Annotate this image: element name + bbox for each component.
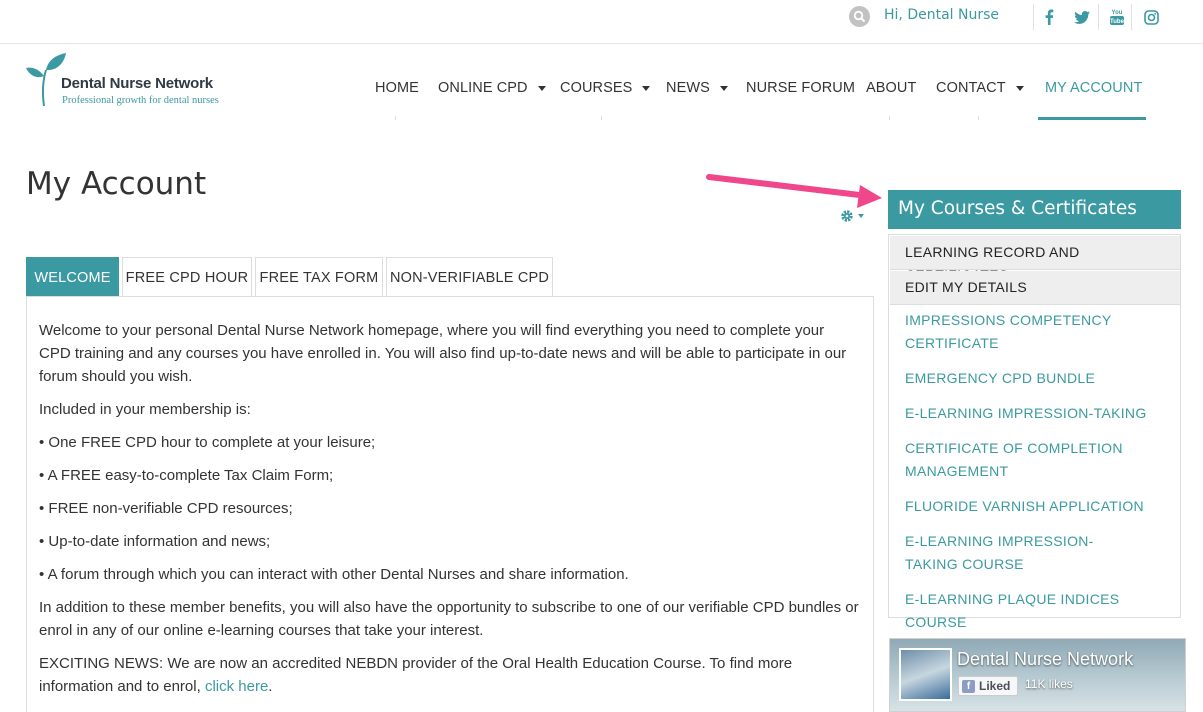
page-title: My Account [26,166,207,202]
sidebar-course-list: LEARNING RECORD AND CERTIFICATES EDIT MY… [888,234,1181,630]
logo-title: Dental Nurse Network [61,75,213,92]
logo-tagline: Professional growth for dental nurses [62,95,219,106]
search-icon[interactable] [849,6,870,27]
benefit-item: • One FREE CPD hour to complete at your … [39,434,376,451]
benefit-item: • A FREE easy-to-complete Tax Claim Form… [39,467,334,484]
nav-item-my-account[interactable]: MY ACCOUNT [1045,80,1142,96]
facebook-page-photo [899,648,952,701]
sidebar-item-edit-details[interactable]: EDIT MY DETAILS [890,271,1180,305]
benefit-item: • Up-to-date information and news; [39,533,271,550]
facebook-icon: f [962,679,975,693]
caret-down-icon [642,85,651,91]
facebook-liked-button[interactable]: f Liked [958,676,1018,696]
caret-down-icon [1015,85,1024,91]
tab-welcome[interactable]: WELCOME [26,257,119,297]
caret-down-icon [537,85,546,91]
intro-paragraph: Welcome to your personal Dental Nurse Ne… [39,322,847,385]
nav-item-online-cpd[interactable]: ONLINE CPD [438,80,546,96]
nav-item-courses[interactable]: COURSES [560,80,651,96]
nav-label: MY ACCOUNT [1045,80,1143,96]
nav-item-home[interactable]: HOME [375,80,419,96]
divider [1131,4,1132,30]
facebook-page-widget[interactable]: Dental Nurse Network f Liked 11K likes [889,638,1186,712]
svg-text:Tube: Tube [1110,19,1125,25]
nav-divider [889,116,890,120]
facebook-likes-count: 11K likes [1025,677,1073,691]
youtube-icon[interactable]: You Tube [1106,6,1128,28]
nav-divider [978,116,979,120]
leaf-logo-icon [26,53,66,107]
news-end: . [268,678,273,695]
site-logo[interactable]: Dental Nurse Network Professional growth… [26,52,226,112]
benefit-item: • FREE non-verifiable CPD resources; [39,500,293,517]
svg-text:You: You [1112,10,1123,16]
tab-free-cpd-hour[interactable]: FREE CPD HOUR [122,257,252,297]
sidebar-item-impressions-certificate[interactable]: IMPRESSIONS COMPETENCY CERTIFICATE [890,309,1130,355]
liked-label: Liked [979,679,1011,693]
instagram-icon[interactable] [1140,6,1162,28]
active-nav-indicator [1038,117,1146,120]
news-paragraph: EXCITING NEWS: We are now an accredited … [39,652,859,698]
sidebar-item-emergency-cpd[interactable]: EMERGENCY CPD BUNDLE [890,367,1180,390]
nav-label: COURSES [560,80,633,96]
nav-label: NURSE FORUM [746,80,856,96]
nav-label: NEWS [666,80,710,96]
nav-label: ABOUT [866,80,917,96]
caret-down-icon [719,85,728,91]
nav-label: CONTACT [936,80,1006,96]
nav-divider [601,116,602,120]
sidebar-item-impression-taking-course[interactable]: E-LEARNING IMPRESSION-TAKING COURSE [890,530,1130,576]
nav-item-contact[interactable]: CONTACT [936,80,1024,96]
top-utility-bar: Hi, Dental Nurse You Tube [0,0,1203,44]
tab-non-verifiable-cpd[interactable]: NON-VERIFIABLE CPD [386,257,553,297]
nav-item-about[interactable]: ABOUT [866,80,916,96]
sidebar-item-certificate-management[interactable]: CERTIFICATE OF COMPLETION MANAGEMENT [890,437,1130,483]
nav-item-nurse-forum[interactable]: NURSE FORUM [746,80,855,96]
nav-label: ONLINE CPD [438,80,528,96]
sidebar-item-fluoride-varnish[interactable]: FLUORIDE VARNISH APPLICATION [890,495,1180,518]
sidebar-item-learning-record[interactable]: LEARNING RECORD AND CERTIFICATES [890,236,1180,283]
sidebar-item-plaque-indices[interactable]: E-LEARNING PLAQUE INDICES COURSE [890,588,1180,634]
benefit-item: • A forum through which you can interact… [39,566,629,583]
divider [1098,4,1099,30]
facebook-icon[interactable] [1038,6,1060,28]
news-text: EXCITING NEWS: We are now an accredited … [39,655,793,695]
twitter-icon[interactable] [1071,6,1093,28]
facebook-page-name[interactable]: Dental Nurse Network [957,649,1133,670]
tab-free-tax-form[interactable]: FREE TAX FORM [255,257,383,297]
addition-paragraph: In addition to these member benefits, yo… [39,599,859,639]
click-here-link[interactable]: click here [205,678,268,695]
annotation-arrow-icon [706,174,882,208]
included-heading: Included in your membership is: [39,401,251,418]
user-greeting-link[interactable]: Hi, Dental Nurse [884,7,999,23]
nav-label: HOME [375,80,419,96]
sidebar-item-impression-taking[interactable]: E-LEARNING IMPRESSION-TAKING [890,402,1180,425]
sidebar-heading: My Courses & Certificates [888,190,1181,229]
nav-divider [395,116,396,120]
welcome-panel: Welcome to your personal Dental Nurse Ne… [26,296,874,712]
divider [1033,4,1034,30]
nav-item-news[interactable]: NEWS [666,80,728,96]
